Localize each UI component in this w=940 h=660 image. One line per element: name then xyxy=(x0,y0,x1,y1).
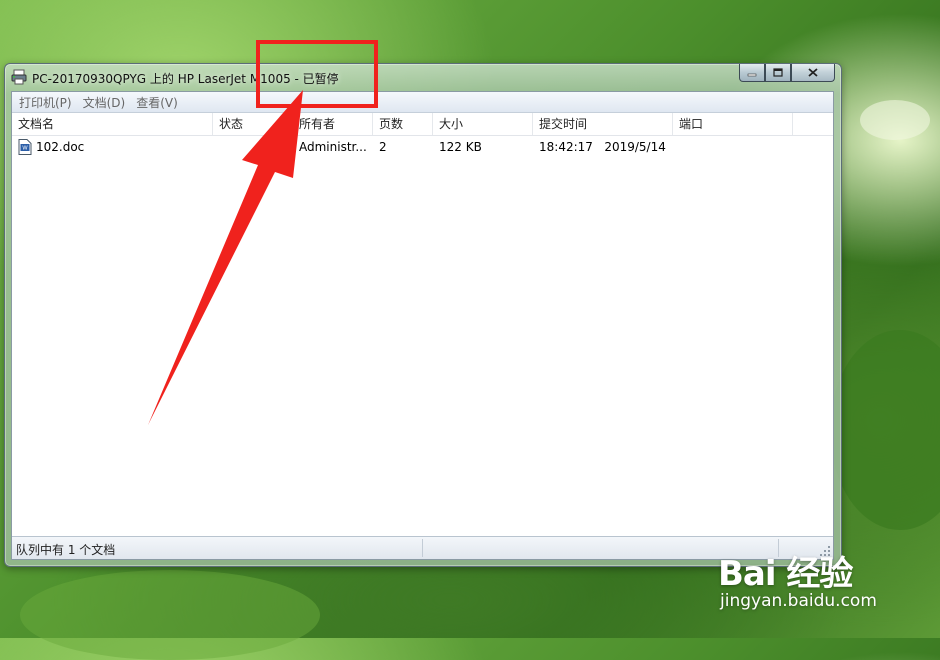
baidu-jingyan-watermark: Bai 经验 jingyan.baidu.com xyxy=(718,546,877,611)
annotation-arrow xyxy=(148,90,303,425)
watermark-logo: Bai 经验 xyxy=(718,554,853,594)
watermark-url: jingyan.baidu.com xyxy=(720,591,877,611)
